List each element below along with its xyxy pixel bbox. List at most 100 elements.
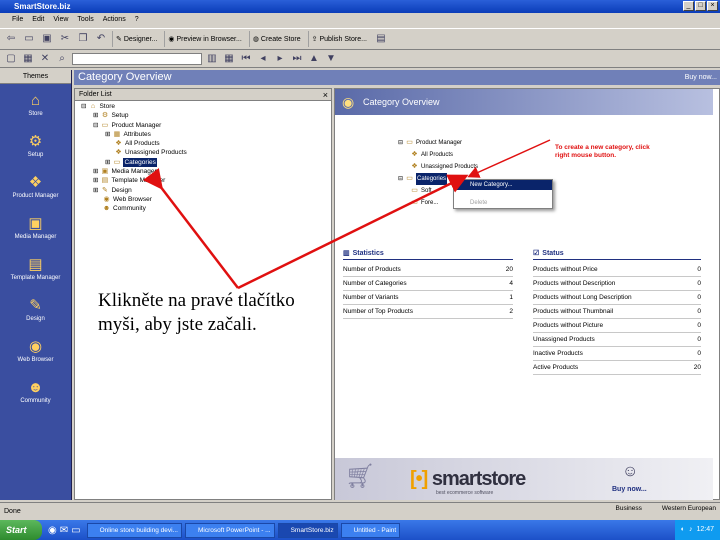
book-icon[interactable]: ▤ bbox=[374, 32, 388, 46]
outlook-icon[interactable]: ✉ bbox=[60, 525, 68, 536]
nav-item-community[interactable]: ☻ Community bbox=[0, 371, 71, 412]
menu-actions[interactable]: Actions bbox=[103, 13, 126, 27]
brush-icon: ✎ bbox=[29, 296, 42, 314]
preview-button[interactable]: ◉ Preview in Browser... bbox=[164, 31, 244, 47]
overview-tree-unassigned[interactable]: ❖ Unassigned Products bbox=[398, 161, 518, 173]
back-icon[interactable]: ⇦ bbox=[4, 32, 18, 46]
task-powerpoint[interactable]: Microsoft PowerPoint - ... bbox=[184, 522, 275, 538]
grid-icon[interactable]: ▦ bbox=[222, 52, 236, 66]
minimize-icon[interactable]: _ bbox=[683, 1, 694, 11]
status-region: Western European bbox=[661, 505, 716, 512]
overview-tree-product-manager[interactable]: ⊟ ▭ Product Manager bbox=[398, 137, 518, 149]
selector-dropdown[interactable] bbox=[72, 52, 202, 65]
folder-icon[interactable]: ▭ bbox=[22, 32, 36, 46]
nav-item-web-browser[interactable]: ◉ Web Browser bbox=[0, 330, 71, 371]
folder-tree: ⊟ ⌂ Store ⊞ ⚙ Setup ⊟ ▭ Product Manager ⊞ ▦ Attr… bbox=[75, 101, 331, 214]
down-icon[interactable]: ▼ bbox=[324, 52, 338, 66]
tree-item-categories[interactable]: ⊞ ▭ Categories bbox=[81, 157, 331, 168]
up-icon[interactable]: ▲ bbox=[307, 52, 321, 66]
close-icon[interactable]: × bbox=[707, 1, 718, 11]
menu-edit[interactable]: Edit bbox=[32, 13, 44, 27]
volume-icon[interactable]: ♪ bbox=[689, 520, 693, 540]
tree-item-unassigned-products[interactable]: ❖ Unassigned Products bbox=[81, 148, 331, 157]
tree-item-store[interactable]: ⊟ ⌂ Store bbox=[81, 102, 331, 111]
nav-item-setup[interactable]: ⚙ Setup bbox=[0, 125, 71, 166]
context-menu-new-category[interactable]: New Category... bbox=[454, 180, 552, 190]
menu-file[interactable]: File bbox=[12, 13, 23, 27]
products-icon: ❖ bbox=[411, 163, 418, 170]
desktop-icon[interactable]: ▭ bbox=[71, 525, 80, 536]
system-tray: ◐ ♪ 12:47 bbox=[674, 520, 720, 540]
menu-view[interactable]: View bbox=[53, 13, 68, 27]
tree-item-attributes[interactable]: ⊞ ▦ Attributes bbox=[81, 130, 331, 139]
banner-buy-now[interactable]: Buy now... bbox=[612, 486, 647, 493]
maximize-icon[interactable]: □ bbox=[695, 1, 706, 11]
tree-item-community[interactable]: ☻ Community bbox=[81, 204, 331, 213]
nav-item-store[interactable]: ⌂ Store bbox=[0, 84, 71, 125]
create-store-button[interactable]: ◍ Create Store bbox=[248, 31, 304, 47]
new-icon[interactable]: ▢ bbox=[4, 52, 18, 66]
products-icon: ❖ bbox=[115, 149, 122, 157]
last-icon[interactable]: ⏭ bbox=[290, 52, 304, 66]
setup-icon: ⚙ bbox=[28, 132, 43, 150]
tree-item-design[interactable]: ⊞ ✎ Design bbox=[81, 186, 331, 195]
menu-tools[interactable]: Tools bbox=[77, 13, 93, 27]
media-icon: ▣ bbox=[28, 214, 43, 232]
tree-item-template-manager[interactable]: ⊞ ▤ Template Manager bbox=[81, 176, 331, 185]
menu-help[interactable]: ? bbox=[135, 13, 139, 27]
context-menu-delete[interactable]: Delete bbox=[454, 198, 552, 208]
store-icon: ⌂ bbox=[90, 103, 96, 110]
delete-icon[interactable]: ✕ bbox=[38, 52, 52, 66]
undo-icon[interactable]: ↶ bbox=[94, 32, 108, 46]
overview-tree-all-products[interactable]: ❖ All Products bbox=[398, 149, 518, 161]
products-icon: ❖ bbox=[28, 173, 43, 191]
cut-icon[interactable]: ✂ bbox=[58, 32, 72, 46]
find-icon[interactable]: ⌕ bbox=[55, 52, 69, 66]
tree-item-media-manager[interactable]: ⊞ ▣ Media Manager bbox=[81, 167, 331, 176]
tray-icon[interactable]: ◐ bbox=[681, 520, 685, 540]
instruction-caption: Klikněte na pravé tlačítko myši, aby jst… bbox=[98, 290, 295, 335]
start-button[interactable]: Start bbox=[0, 520, 42, 540]
first-icon[interactable]: ⏮ bbox=[239, 52, 253, 66]
next-icon[interactable]: ▸ bbox=[273, 52, 287, 66]
layout-icon[interactable]: ▥ bbox=[205, 52, 219, 66]
publish-store-button[interactable]: ⇪ Publish Store... bbox=[307, 31, 370, 47]
tree-item-product-manager[interactable]: ⊟ ▭ Product Manager bbox=[81, 121, 331, 130]
folder-icon: ▭ bbox=[411, 199, 418, 206]
media-icon: ▣ bbox=[101, 168, 109, 176]
ie-icon[interactable]: ◉ bbox=[48, 525, 57, 536]
designer-button[interactable]: ✎ Designer... bbox=[112, 31, 160, 47]
copy-icon[interactable]: ❐ bbox=[76, 32, 90, 46]
folder-icon: ▭ bbox=[411, 187, 418, 194]
tree-item-setup[interactable]: ⊞ ⚙ Setup bbox=[81, 111, 331, 120]
menu-bar: File Edit View Tools Actions ? bbox=[0, 13, 720, 27]
nav-item-product-manager[interactable]: ❖ Product Manager bbox=[0, 166, 71, 207]
task-paint[interactable]: Untitled - Paint bbox=[340, 522, 401, 538]
properties-icon[interactable]: ▦ bbox=[21, 52, 35, 66]
folder-icon: ▭ bbox=[113, 158, 121, 166]
buy-now-link[interactable]: Buy now... bbox=[685, 71, 717, 84]
nav-item-media-manager[interactable]: ▣ Media Manager bbox=[0, 207, 71, 248]
table-row: Inactive Products 0 bbox=[533, 347, 701, 361]
products-icon: ❖ bbox=[411, 151, 418, 158]
smiley-cart-icon: ☺ bbox=[622, 463, 639, 480]
status-title: ☑ Status bbox=[533, 248, 701, 260]
secondary-toolbar: ▢ ▦ ✕ ⌕ ▥ ▦ ⏮ ◂ ▸ ⏭ ▲ ▼ bbox=[0, 50, 720, 68]
page-title: Category Overview bbox=[74, 70, 720, 85]
table-row: Active Products 20 bbox=[533, 361, 701, 375]
table-row: Number of Categories 4 bbox=[343, 277, 513, 291]
nav-item-design[interactable]: ✎ Design bbox=[0, 289, 71, 330]
nav-item-template-manager[interactable]: ▤ Template Manager bbox=[0, 248, 71, 289]
checkbox-icon: ☑ bbox=[533, 250, 540, 257]
task-online-store[interactable]: Online store building devi... bbox=[86, 522, 182, 538]
prev-icon[interactable]: ◂ bbox=[256, 52, 270, 66]
tree-item-web-browser[interactable]: ◉ Web Browser bbox=[81, 195, 331, 204]
brush-icon: ✎ bbox=[102, 186, 108, 194]
tree-item-all-products[interactable]: ❖ All Products bbox=[81, 139, 331, 148]
save-icon[interactable]: ▣ bbox=[40, 32, 54, 46]
folder-icon: ▭ bbox=[406, 139, 413, 146]
attributes-icon: ▦ bbox=[113, 130, 121, 138]
table-row: Products without Picture 0 bbox=[533, 319, 701, 333]
close-icon[interactable]: × bbox=[323, 89, 328, 101]
task-smartstore[interactable]: SmartStore.biz bbox=[277, 522, 338, 538]
